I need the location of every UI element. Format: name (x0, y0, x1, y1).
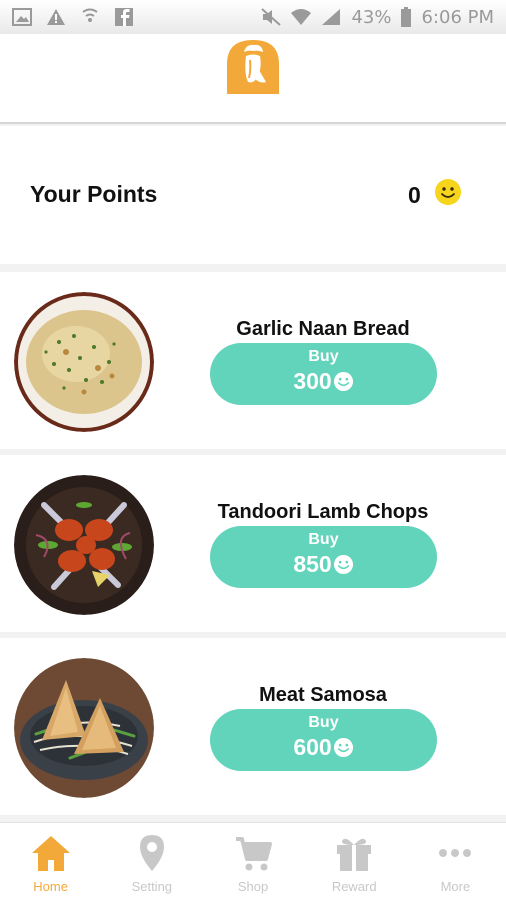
tab-label: Setting (131, 879, 173, 894)
tab-reward[interactable]: Reward (304, 823, 405, 900)
points-label: Your Points (30, 181, 158, 207)
tab-label: Reward (331, 879, 377, 894)
points-value: 0 (408, 182, 421, 208)
chef-logo-icon[interactable] (224, 38, 282, 94)
item-price: 600 (293, 734, 353, 761)
buy-button[interactable]: Buy 300 (210, 343, 437, 405)
points-panel: Your Points 0 (0, 126, 506, 264)
item-name: Meat Samosa (259, 684, 387, 706)
buy-button[interactable]: Buy 600 (210, 709, 437, 771)
item-name: Garlic Naan Bread (236, 318, 410, 340)
status-bar: 43% 6:06 PM (0, 0, 506, 34)
image-notification-icon (12, 8, 32, 26)
tab-shop[interactable]: Shop (202, 823, 303, 900)
item-price: 300 (293, 368, 353, 395)
tandoori-lamb-chops-photo (14, 475, 154, 615)
tab-label: Shop (237, 879, 269, 894)
facebook-icon (115, 8, 133, 26)
smiley-icon (333, 554, 353, 575)
location-pin-icon (139, 835, 164, 871)
item-price: 850 (293, 551, 353, 578)
smiley-icon (435, 179, 461, 205)
tab-setting[interactable]: Setting (101, 823, 202, 900)
price-value: 850 (293, 551, 332, 577)
wifi-call-icon (82, 8, 98, 22)
list-item: Garlic Naan Bread Buy 300 (0, 272, 506, 449)
buy-button[interactable]: Buy 850 (210, 526, 437, 588)
price-value: 300 (293, 368, 332, 394)
price-value: 600 (293, 734, 332, 760)
battery-percent: 43% (351, 6, 392, 28)
signal-icon (322, 9, 341, 25)
bottom-tab-bar: Home Setting Shop Reward More (0, 822, 506, 900)
list-item: Tandoori Lamb Chops Buy 850 (0, 455, 506, 632)
tab-more[interactable]: More (405, 823, 506, 900)
home-icon (31, 836, 70, 871)
app-header (0, 34, 506, 124)
more-dots-icon (439, 849, 472, 857)
item-name: Tandoori Lamb Chops (217, 501, 429, 523)
garlic-naan-photo (14, 292, 154, 432)
meat-samosa-photo (14, 658, 154, 798)
smiley-icon (333, 737, 353, 758)
clock: 6:06 PM (421, 6, 494, 28)
tab-home[interactable]: Home (0, 823, 101, 900)
tab-label: Home (33, 879, 68, 894)
buy-label: Buy (308, 348, 339, 365)
buy-label: Buy (308, 714, 339, 731)
gift-icon (337, 838, 372, 871)
battery-icon (401, 7, 412, 27)
warning-icon (47, 9, 65, 25)
buy-label: Buy (308, 531, 339, 548)
smiley-icon (333, 371, 353, 392)
mute-icon (261, 8, 282, 26)
tab-label: More (440, 879, 471, 894)
list-item: Meat Samosa Buy 600 (0, 638, 506, 815)
cart-icon (236, 837, 272, 871)
wifi-icon (291, 9, 312, 25)
